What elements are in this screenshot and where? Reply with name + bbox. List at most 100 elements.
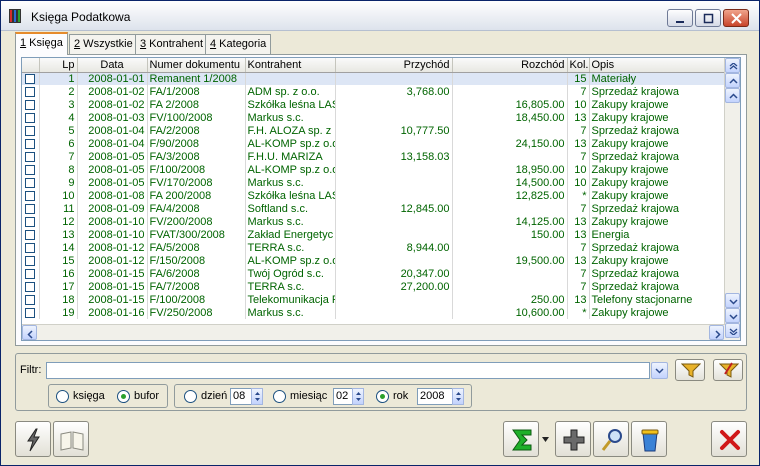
vertical-scrollbar[interactable] [724, 58, 740, 340]
radio-ksiega-label[interactable]: księga [73, 390, 105, 402]
tab-kategoria[interactable]: 4 Kategoria [205, 34, 272, 54]
scroll-top-button[interactable] [725, 58, 740, 73]
table-row[interactable]: 5 2008-01-04 FA/2/2008 F.H. ALOZA sp. z 10,7… [22, 124, 727, 137]
table-row[interactable]: 11 2008-01-09 FA/4/2008 Softland s.c. 12,845… [22, 202, 727, 215]
row-checkbox-box[interactable] [25, 216, 36, 227]
row-checkbox[interactable] [22, 72, 40, 85]
table-row[interactable]: 2 2008-01-02 FA/1/2008 ADM sp. z o.o. 3,768.… [22, 85, 727, 98]
column-header-lp[interactable]: Lp [39, 58, 78, 73]
column-header-opis[interactable]: Opis [589, 58, 727, 73]
scroll-up-button[interactable] [725, 88, 740, 103]
row-checkbox-box[interactable] [25, 229, 36, 240]
row-checkbox[interactable] [22, 280, 40, 293]
scroll-bottom-button[interactable] [725, 323, 740, 338]
row-checkbox[interactable] [22, 189, 40, 202]
row-checkbox[interactable] [22, 176, 40, 189]
row-checkbox-box[interactable] [25, 151, 36, 162]
book-button[interactable] [53, 421, 89, 457]
table-row[interactable]: 10 2008-01-08 FA 200/2008 Szkółka leśna LAS… [22, 189, 727, 202]
radio-bufor-label[interactable]: bufor [134, 390, 159, 402]
day-spinner[interactable] [251, 388, 263, 405]
row-checkbox[interactable] [22, 228, 40, 241]
scroll-right-button[interactable] [709, 325, 724, 340]
row-checkbox-box[interactable] [25, 203, 36, 214]
row-checkbox-box[interactable] [25, 138, 36, 149]
row-checkbox[interactable] [22, 215, 40, 228]
close-button[interactable] [711, 421, 747, 457]
row-checkbox[interactable] [22, 111, 40, 124]
column-header-rozchod[interactable]: Rozchód [452, 58, 568, 73]
row-checkbox-box[interactable] [25, 268, 36, 279]
table-row[interactable]: 18 2008-01-15 F/100/2008 Telekomunikacja F 2… [22, 293, 727, 306]
year-spinner[interactable] [452, 388, 464, 405]
table-row[interactable]: 8 2008-01-05 F/100/2008 AL-KOMP sp.z o.o 18,… [22, 163, 727, 176]
row-checkbox-box[interactable] [25, 307, 36, 318]
row-checkbox[interactable] [22, 137, 40, 150]
table-row[interactable]: 7 2008-01-05 FA/3/2008 F.H.U. MARIZA 13,158.… [22, 150, 727, 163]
tab-kontrahent[interactable]: 3 Kontrahent [135, 34, 208, 54]
radio-rok[interactable] [376, 390, 389, 403]
table-row[interactable]: 15 2008-01-12 F/150/2008 AL-KOMP sp.z o.o 19… [22, 254, 727, 267]
scroll-down-button[interactable] [725, 293, 740, 308]
row-checkbox-box[interactable] [25, 177, 36, 188]
row-checkbox-box[interactable] [25, 73, 36, 84]
month-spinner[interactable] [352, 388, 364, 405]
table-row[interactable]: 17 2008-01-15 FA/7/2008 TERRA s.c. 27,200.00… [22, 280, 727, 293]
row-checkbox[interactable] [22, 150, 40, 163]
column-header-kontrahent[interactable]: Kontrahent [245, 58, 336, 73]
row-checkbox-box[interactable] [25, 125, 36, 136]
row-checkbox-box[interactable] [25, 99, 36, 110]
radio-ksiega[interactable] [56, 390, 69, 403]
table-row[interactable]: 9 2008-01-05 FV/170/2008 Markus s.c. 14,500.… [22, 176, 727, 189]
row-checkbox[interactable] [22, 306, 40, 319]
sum-dropdown-icon[interactable] [541, 435, 550, 443]
column-header-data[interactable]: Data [77, 58, 148, 73]
delete-button[interactable] [631, 421, 667, 457]
month-input[interactable]: 02 [333, 388, 353, 405]
day-input[interactable]: 08 [230, 388, 252, 405]
column-header-przychod[interactable]: Przychód [335, 58, 453, 73]
close-window-button[interactable] [723, 9, 749, 27]
column-header-numer[interactable]: Numer dokumentu [147, 58, 246, 73]
radio-dzien-label[interactable]: dzień [201, 390, 227, 402]
table-row[interactable]: 1 2008-01-01 Remanent 1/2008 15 Materiały [22, 72, 727, 85]
table-row[interactable]: 14 2008-01-12 FA/5/2008 TERRA s.c. 8,944.00 7… [22, 241, 727, 254]
add-button[interactable] [555, 421, 591, 457]
row-checkbox-box[interactable] [25, 164, 36, 175]
sum-button[interactable] [503, 421, 539, 457]
row-checkbox-box[interactable] [25, 112, 36, 123]
scroll-left-button[interactable] [22, 325, 37, 340]
row-checkbox-box[interactable] [25, 255, 36, 266]
row-checkbox[interactable] [22, 267, 40, 280]
lightning-button[interactable] [15, 421, 51, 457]
row-checkbox[interactable] [22, 98, 40, 111]
page-down-button[interactable] [725, 308, 740, 323]
minimize-button[interactable] [667, 9, 693, 27]
tab-wszystkie[interactable]: 2 Wszystkie [69, 34, 138, 54]
row-checkbox[interactable] [22, 293, 40, 306]
column-header-check[interactable] [22, 58, 40, 73]
row-checkbox[interactable] [22, 241, 40, 254]
page-up-button[interactable] [725, 73, 740, 88]
ledger-grid[interactable]: Lp Data Numer dokumentu Kontrahent Przyc… [21, 57, 741, 341]
column-header-kol[interactable]: Kol. [567, 58, 590, 73]
horizontal-scrollbar[interactable] [22, 324, 725, 340]
radio-dzien[interactable] [184, 390, 197, 403]
row-checkbox-box[interactable] [25, 242, 36, 253]
row-checkbox[interactable] [22, 202, 40, 215]
maximize-button[interactable] [695, 9, 721, 27]
row-checkbox[interactable] [22, 124, 40, 137]
row-checkbox[interactable] [22, 85, 40, 98]
table-row[interactable]: 6 2008-01-04 F/90/2008 AL-KOMP sp.z o.o 24,1… [22, 137, 727, 150]
table-row[interactable]: 13 2008-01-10 FVAT/300/2008 Zakład Energety… [22, 228, 727, 241]
row-checkbox[interactable] [22, 254, 40, 267]
table-row[interactable]: 12 2008-01-10 FV/200/2008 Markus s.c. 14,125… [22, 215, 727, 228]
radio-miesiac[interactable] [273, 390, 286, 403]
row-checkbox-box[interactable] [25, 294, 36, 305]
table-row[interactable]: 3 2008-01-02 FA 2/2008 Szkółka leśna LAS 16,… [22, 98, 727, 111]
row-checkbox-box[interactable] [25, 190, 36, 201]
radio-rok-label[interactable]: rok [393, 390, 408, 402]
row-checkbox-box[interactable] [25, 281, 36, 292]
tab-ksiega[interactable]: 1 Księga [15, 32, 68, 55]
table-row[interactable]: 16 2008-01-15 FA/6/2008 Twój Ogród s.c. 20,3… [22, 267, 727, 280]
